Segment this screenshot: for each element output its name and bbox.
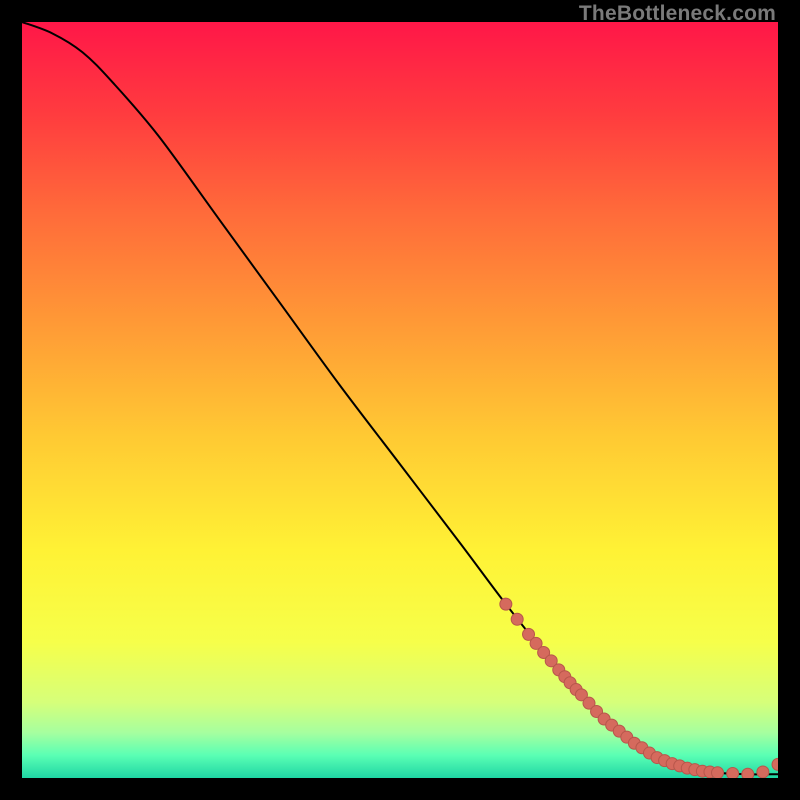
chart-overlay (22, 22, 778, 778)
chart-stage: TheBottleneck.com (0, 0, 800, 800)
plot-area (22, 22, 778, 778)
data-marker (500, 598, 512, 610)
watermark-text: TheBottleneck.com (579, 2, 776, 26)
data-marker (757, 766, 769, 778)
data-marker (511, 613, 523, 625)
marker-group (500, 598, 778, 778)
curve-line (22, 22, 778, 774)
data-marker (742, 768, 754, 778)
data-marker (772, 758, 778, 770)
data-marker (727, 767, 739, 778)
data-marker (712, 767, 724, 778)
